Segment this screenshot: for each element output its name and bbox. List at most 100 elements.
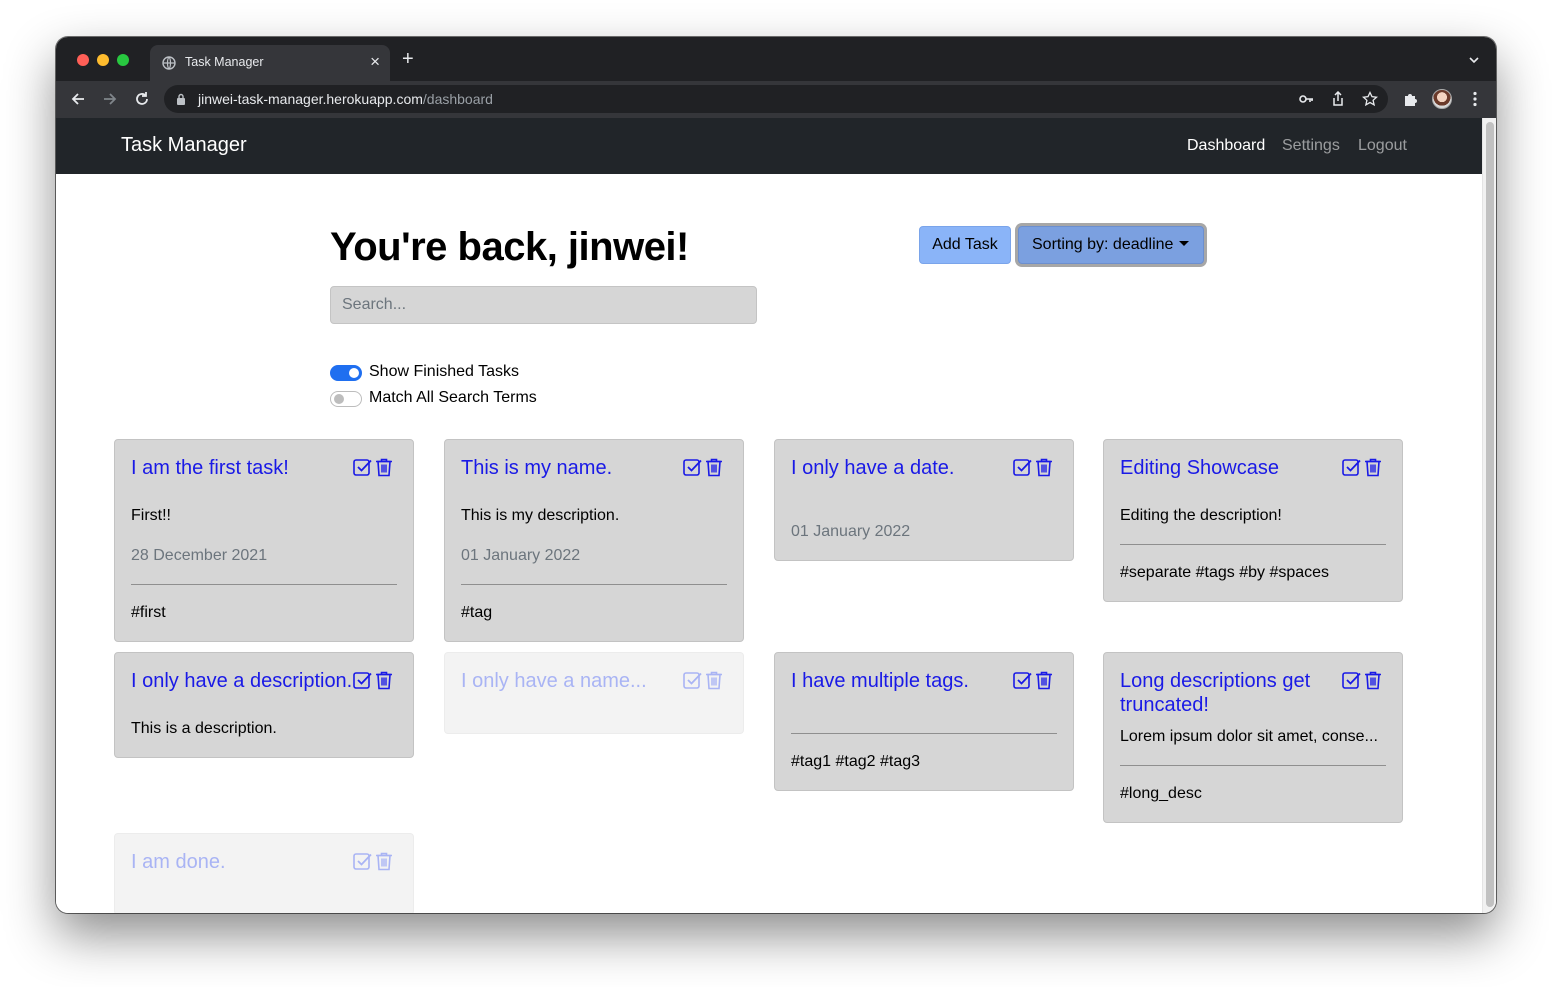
task-card-done[interactable]: I am done. [114,833,414,913]
task-actions [353,852,395,872]
trash-icon[interactable] [1364,458,1382,477]
tab-bar: Task Manager × + [56,37,1496,81]
extensions-puzzle-icon[interactable] [1402,90,1420,108]
sort-label: Sorting by: deadline [1032,236,1174,253]
task-actions [1342,671,1384,691]
task-description: This is my description. [461,507,620,524]
new-tab-icon[interactable]: + [402,49,414,69]
forward-arrow-icon[interactable] [101,90,119,108]
task-tags: #first [131,604,166,621]
reload-icon[interactable] [133,90,151,108]
task-card[interactable]: Long descriptions get truncated! Lorem i… [1103,652,1403,823]
brand-link[interactable]: Task Manager [121,134,247,157]
url-text: jinwei-task-manager.herokuapp.com/dashbo… [198,91,493,107]
complete-checkbox-icon[interactable] [353,458,372,477]
task-description: Lorem ipsum dolor sit amet, conse... [1120,728,1378,745]
browser-toolbar: jinwei-task-manager.herokuapp.com/dashbo… [56,81,1496,118]
profile-avatar[interactable] [1432,89,1452,109]
tab-title: Task Manager [185,55,264,69]
minimize-window-button[interactable] [97,54,109,66]
complete-checkbox-icon[interactable] [353,852,372,871]
card-divider [1120,765,1386,766]
task-card[interactable]: I only have a description. This is a des… [114,652,414,758]
nav-link-logout[interactable]: Logout [1358,137,1407,155]
share-icon[interactable] [1330,91,1346,107]
match-all-switch[interactable] [330,391,362,407]
task-actions [683,671,725,691]
task-date: 01 January 2022 [791,523,911,540]
switch-knob [334,394,344,404]
close-window-button[interactable] [77,54,89,66]
complete-checkbox-icon[interactable] [353,671,372,690]
page-scrollbar[interactable] [1482,118,1496,913]
tab-search-chevron-icon[interactable] [1468,54,1480,66]
task-description: Editing the description! [1120,507,1282,524]
task-card[interactable]: Editing Showcase Editing the description… [1103,439,1403,602]
back-arrow-icon[interactable] [69,90,87,108]
browser-tab[interactable]: Task Manager × [150,45,390,81]
task-title[interactable]: I am done. [131,850,353,874]
task-title[interactable]: I am the first task! [131,456,353,480]
task-title[interactable]: This is my name. [461,456,683,480]
task-tags: #separate #tags #by #spaces [1120,564,1330,581]
globe-icon [162,56,176,70]
key-icon[interactable] [1298,91,1314,107]
trash-icon[interactable] [705,458,723,477]
task-actions [1342,458,1384,478]
task-title[interactable]: Long descriptions get truncated! [1120,669,1342,717]
complete-checkbox-icon[interactable] [1342,458,1361,477]
task-title[interactable]: Editing Showcase [1120,456,1342,480]
show-finished-label: Show Finished Tasks [369,363,519,380]
complete-checkbox-icon[interactable] [1013,458,1032,477]
trash-icon[interactable] [375,671,393,690]
lock-icon [177,93,185,105]
caret-down-icon [1179,241,1190,246]
match-all-label: Match All Search Terms [369,389,537,406]
complete-checkbox-icon[interactable] [683,458,702,477]
complete-checkbox-icon[interactable] [1342,671,1361,690]
task-title[interactable]: I only have a date. [791,456,1013,480]
add-task-button[interactable]: Add Task [919,226,1011,264]
browser-window: Task Manager × + jinwei-task-manager.her… [56,37,1496,913]
card-divider [1120,544,1386,545]
task-card[interactable]: I am the first task! First!! 28 December… [114,439,414,642]
task-title[interactable]: I only have a name... [461,669,683,693]
task-title[interactable]: I only have a description. [131,669,353,693]
trash-icon[interactable] [1035,458,1053,477]
complete-checkbox-icon[interactable] [1013,671,1032,690]
show-finished-switch[interactable] [330,365,362,381]
browser-menu-icon[interactable] [1466,90,1484,108]
sort-dropdown-button[interactable]: Sorting by: deadline [1018,226,1204,264]
trash-icon[interactable] [375,458,393,477]
complete-checkbox-icon[interactable] [683,671,702,690]
task-actions [683,458,725,478]
task-actions [353,458,395,478]
greeting-heading: You're back, jinwei! [330,225,689,269]
maximize-window-button[interactable] [117,54,129,66]
trash-icon[interactable] [1364,671,1382,690]
task-card[interactable]: This is my name. This is my description.… [444,439,744,642]
task-tags: #long_desc [1120,785,1202,802]
task-card[interactable]: I have multiple tags. #tag1 #tag2 #tag3 [774,652,1074,791]
task-card-done[interactable]: I only have a name... [444,652,744,734]
task-title[interactable]: I have multiple tags. [791,669,1013,693]
trash-icon[interactable] [705,671,723,690]
search-input[interactable] [330,286,757,324]
url-host: jinwei-task-manager.herokuapp.com [198,91,423,107]
url-path: /dashboard [422,91,493,107]
card-divider [461,584,727,585]
nav-link-settings[interactable]: Settings [1282,137,1340,155]
bookmark-star-icon[interactable] [1362,91,1378,107]
close-tab-icon[interactable]: × [370,52,380,72]
card-divider [131,584,397,585]
task-date: 01 January 2022 [461,547,581,564]
trash-icon[interactable] [375,852,393,871]
address-bar[interactable]: jinwei-task-manager.herokuapp.com/dashbo… [164,85,1388,113]
trash-icon[interactable] [1035,671,1053,690]
task-description: First!! [131,507,171,524]
task-tags: #tag1 #tag2 #tag3 [791,753,921,770]
task-card[interactable]: I only have a date. 01 January 2022 [774,439,1074,561]
scrollbar-thumb[interactable] [1486,122,1494,907]
nav-link-dashboard[interactable]: Dashboard [1187,137,1265,155]
top-navbar: Task Manager Dashboard Settings Logout [56,118,1482,174]
